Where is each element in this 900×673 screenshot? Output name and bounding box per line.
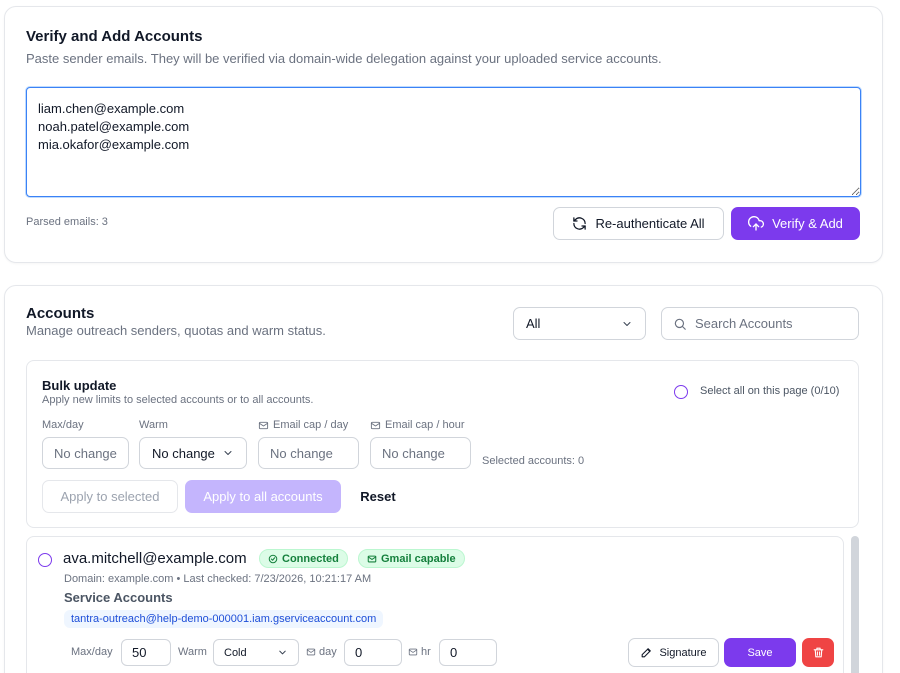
service-account-chip: tantra-outreach@help-demo-000001.iam.gse… — [64, 610, 384, 628]
parsed-emails-count: Parsed emails: 3 — [26, 216, 108, 228]
account-maxday-label: Max/day — [71, 646, 113, 658]
save-label: Save — [747, 646, 773, 659]
signature-button[interactable]: Signature — [628, 638, 719, 667]
bulk-cap-day-input[interactable]: No change — [258, 437, 359, 469]
verify-add-label: Verify & Add — [772, 216, 843, 231]
reauthenticate-all-button[interactable]: Re-authenticate All — [553, 207, 724, 240]
bulk-maxday-input[interactable]: No change — [42, 437, 129, 469]
account-hr-cap-input[interactable]: 0 — [439, 639, 497, 666]
bulk-warm-select[interactable]: No change — [139, 437, 247, 469]
accounts-title: Accounts — [26, 305, 95, 322]
accounts-subtitle: Manage outreach senders, quotas and warm… — [26, 323, 326, 338]
account-warm-value: Cold — [224, 646, 247, 659]
apply-to-selected-button[interactable]: Apply to selected — [42, 480, 178, 513]
refresh-icon — [572, 216, 587, 231]
reset-button[interactable]: Reset — [347, 480, 409, 513]
bulk-update-panel: Bulk update Apply new limits to selected… — [26, 360, 859, 528]
pen-icon — [640, 646, 653, 659]
account-warm-select[interactable]: Cold — [213, 639, 299, 666]
verify-accounts-card: Verify and Add Accounts Paste sender ema… — [4, 6, 883, 263]
chevron-down-icon — [222, 447, 234, 459]
trash-icon — [812, 646, 825, 659]
emails-textarea[interactable] — [26, 87, 861, 197]
bulk-update-subtitle: Apply new limits to selected accounts or… — [42, 394, 314, 406]
accounts-list-scrollbar[interactable] — [851, 536, 859, 673]
verify-subtitle: Paste sender emails. They will be verifi… — [26, 51, 662, 66]
apply-to-selected-label: Apply to selected — [60, 489, 160, 504]
apply-to-all-button[interactable]: Apply to all accounts — [185, 480, 341, 513]
bulk-cap-hour-placeholder: No change — [382, 445, 445, 461]
delete-account-button[interactable] — [802, 638, 834, 667]
bulk-cap-hour-label: Email cap / hour — [370, 419, 464, 431]
account-email: ava.mitchell@example.com — [63, 550, 247, 567]
status-filter-select[interactable]: All — [513, 307, 646, 340]
reset-label: Reset — [360, 489, 396, 504]
search-accounts-input[interactable]: Search Accounts — [661, 307, 859, 340]
bulk-warm-label: Warm — [139, 419, 168, 431]
verify-title: Verify and Add Accounts — [26, 28, 203, 45]
cloud-upload-icon — [748, 215, 765, 232]
mail-icon — [306, 647, 316, 657]
signature-label: Signature — [659, 646, 707, 659]
accounts-card: Accounts Manage outreach senders, quotas… — [4, 285, 883, 673]
account-day-label: day — [306, 646, 337, 658]
account-meta: Domain: example.com • Last checked: 7/23… — [64, 573, 372, 585]
select-all-label: Select all on this page (0/10) — [700, 385, 840, 397]
mail-icon — [408, 647, 418, 657]
select-all-radio[interactable] — [674, 385, 688, 399]
search-placeholder: Search Accounts — [695, 316, 793, 331]
bulk-warm-value: No change — [152, 445, 215, 461]
apply-to-all-label: Apply to all accounts — [203, 489, 323, 504]
account-maxday-input[interactable]: 50 — [121, 639, 171, 666]
connected-badge: Connected — [259, 549, 348, 568]
bulk-cap-day-placeholder: No change — [270, 445, 333, 461]
bulk-cap-day-label: Email cap / day — [258, 419, 348, 431]
bulk-update-title: Bulk update — [42, 378, 117, 393]
service-accounts-label: Service Accounts — [64, 590, 173, 605]
account-day-cap-input[interactable]: 0 — [344, 639, 402, 666]
save-button[interactable]: Save — [724, 638, 796, 667]
status-filter-value: All — [526, 316, 541, 331]
account-select-radio[interactable] — [38, 553, 52, 567]
bulk-maxday-placeholder: No change — [54, 445, 117, 461]
bulk-maxday-label: Max/day — [42, 419, 84, 431]
verify-add-button[interactable]: Verify & Add — [731, 207, 860, 240]
mail-icon — [367, 554, 377, 564]
gmail-capable-label: Gmail capable — [381, 552, 456, 565]
search-icon — [673, 317, 687, 331]
chevron-down-icon — [277, 647, 288, 658]
account-hr-label: hr — [408, 646, 431, 658]
account-row: ava.mitchell@example.com Connected Gmail… — [26, 536, 844, 673]
gmail-capable-badge: Gmail capable — [358, 549, 465, 568]
chevron-down-icon — [621, 318, 633, 330]
reauthenticate-all-label: Re-authenticate All — [595, 216, 705, 231]
mail-icon — [258, 420, 269, 431]
account-warm-label: Warm — [178, 646, 207, 658]
mail-icon — [370, 420, 381, 431]
connected-badge-label: Connected — [282, 552, 339, 565]
bulk-cap-hour-input[interactable]: No change — [370, 437, 471, 469]
selected-accounts-count: Selected accounts: 0 — [482, 455, 585, 467]
check-circle-icon — [268, 554, 278, 564]
